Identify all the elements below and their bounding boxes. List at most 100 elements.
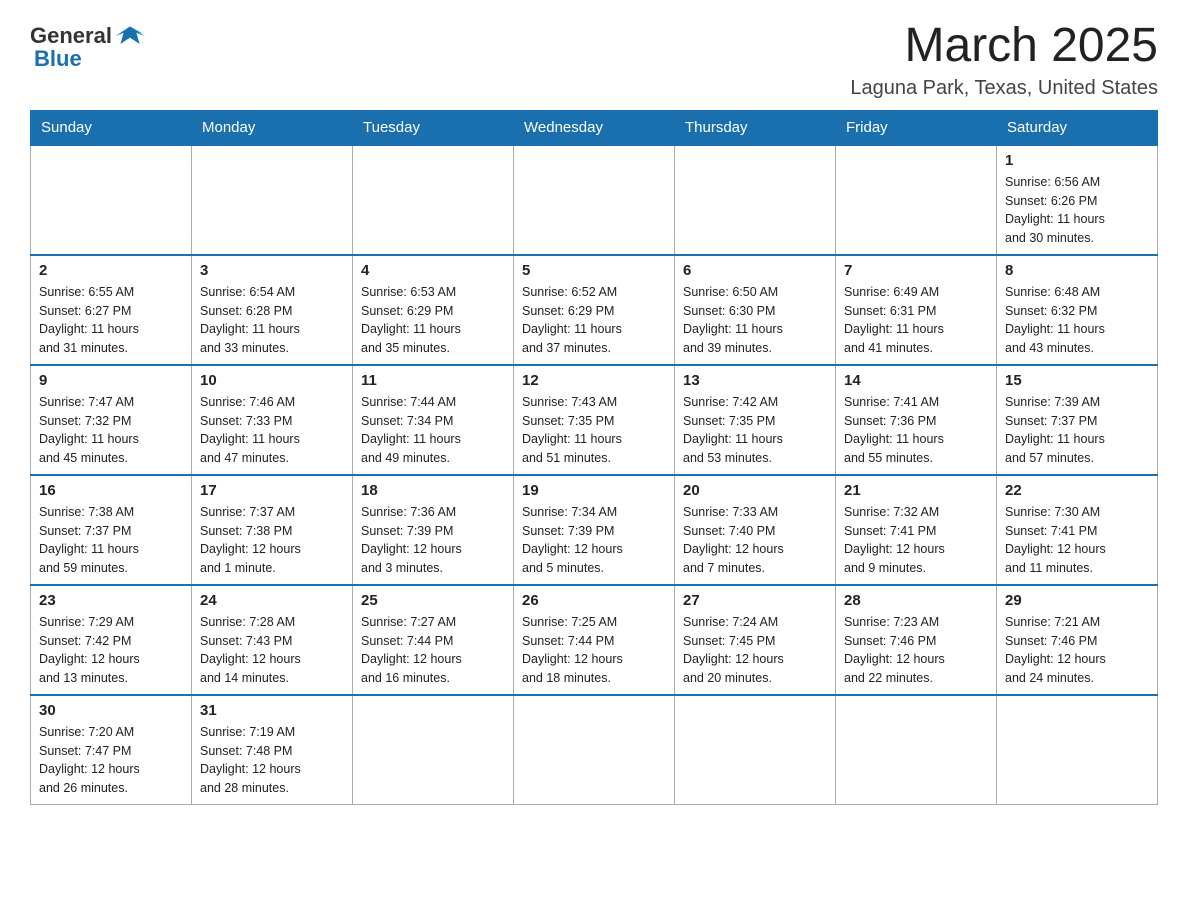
calendar-cell bbox=[514, 145, 675, 255]
day-info: Sunrise: 7:24 AM Sunset: 7:45 PM Dayligh… bbox=[683, 613, 827, 688]
day-info: Sunrise: 7:37 AM Sunset: 7:38 PM Dayligh… bbox=[200, 503, 344, 578]
day-number: 4 bbox=[361, 262, 505, 279]
day-info: Sunrise: 7:46 AM Sunset: 7:33 PM Dayligh… bbox=[200, 393, 344, 468]
day-number: 26 bbox=[522, 592, 666, 609]
day-info: Sunrise: 6:53 AM Sunset: 6:29 PM Dayligh… bbox=[361, 283, 505, 358]
day-number: 5 bbox=[522, 262, 666, 279]
day-info: Sunrise: 7:28 AM Sunset: 7:43 PM Dayligh… bbox=[200, 613, 344, 688]
calendar-cell: 24 Sunrise: 7:28 AM Sunset: 7:43 PM Dayli… bbox=[192, 585, 353, 695]
calendar-cell: 18 Sunrise: 7:36 AM Sunset: 7:39 PM Dayli… bbox=[353, 475, 514, 585]
day-info: Sunrise: 6:52 AM Sunset: 6:29 PM Dayligh… bbox=[522, 283, 666, 358]
day-number: 15 bbox=[1005, 372, 1149, 389]
calendar-cell: 15 Sunrise: 7:39 AM Sunset: 7:37 PM Dayli… bbox=[997, 365, 1158, 475]
day-number: 2 bbox=[39, 262, 183, 279]
calendar-cell: 2 Sunrise: 6:55 AM Sunset: 6:27 PM Daylig… bbox=[31, 255, 192, 365]
calendar-cell: 6 Sunrise: 6:50 AM Sunset: 6:30 PM Daylig… bbox=[675, 255, 836, 365]
calendar-cell: 11 Sunrise: 7:44 AM Sunset: 7:34 PM Dayli… bbox=[353, 365, 514, 475]
calendar-cell: 4 Sunrise: 6:53 AM Sunset: 6:29 PM Daylig… bbox=[353, 255, 514, 365]
day-number: 27 bbox=[683, 592, 827, 609]
calendar-week-row: 30 Sunrise: 7:20 AM Sunset: 7:47 PM Dayli… bbox=[31, 695, 1158, 805]
calendar-cell bbox=[353, 695, 514, 805]
calendar-header-row: SundayMondayTuesdayWednesdayThursdayFrid… bbox=[31, 110, 1158, 145]
day-number: 25 bbox=[361, 592, 505, 609]
weekday-header: Tuesday bbox=[353, 110, 514, 145]
day-info: Sunrise: 7:38 AM Sunset: 7:37 PM Dayligh… bbox=[39, 503, 183, 578]
calendar-cell: 22Sunrise: 7:30 AM Sunset: 7:41 PM Dayli… bbox=[997, 475, 1158, 585]
weekday-header: Friday bbox=[836, 110, 997, 145]
calendar-cell: 5 Sunrise: 6:52 AM Sunset: 6:29 PM Daylig… bbox=[514, 255, 675, 365]
day-number: 1 bbox=[1005, 152, 1149, 169]
day-info: Sunrise: 7:20 AM Sunset: 7:47 PM Dayligh… bbox=[39, 723, 183, 798]
day-info: Sunrise: 7:43 AM Sunset: 7:35 PM Dayligh… bbox=[522, 393, 666, 468]
day-info: Sunrise: 7:25 AM Sunset: 7:44 PM Dayligh… bbox=[522, 613, 666, 688]
calendar-week-row: 23Sunrise: 7:29 AM Sunset: 7:42 PM Dayli… bbox=[31, 585, 1158, 695]
day-info: Sunrise: 7:29 AM Sunset: 7:42 PM Dayligh… bbox=[39, 613, 183, 688]
calendar-cell bbox=[514, 695, 675, 805]
day-info: Sunrise: 7:34 AM Sunset: 7:39 PM Dayligh… bbox=[522, 503, 666, 578]
day-info: Sunrise: 6:55 AM Sunset: 6:27 PM Dayligh… bbox=[39, 283, 183, 358]
day-info: Sunrise: 6:56 AM Sunset: 6:26 PM Dayligh… bbox=[1005, 173, 1149, 248]
calendar-cell: 28Sunrise: 7:23 AM Sunset: 7:46 PM Dayli… bbox=[836, 585, 997, 695]
day-info: Sunrise: 7:47 AM Sunset: 7:32 PM Dayligh… bbox=[39, 393, 183, 468]
day-number: 19 bbox=[522, 482, 666, 499]
day-number: 6 bbox=[683, 262, 827, 279]
day-info: Sunrise: 6:54 AM Sunset: 6:28 PM Dayligh… bbox=[200, 283, 344, 358]
day-info: Sunrise: 7:41 AM Sunset: 7:36 PM Dayligh… bbox=[844, 393, 988, 468]
day-number: 3 bbox=[200, 262, 344, 279]
calendar-cell: 10Sunrise: 7:46 AM Sunset: 7:33 PM Dayli… bbox=[192, 365, 353, 475]
title-area: March 2025 Laguna Park, Texas, United St… bbox=[850, 20, 1158, 100]
calendar-cell: 19 Sunrise: 7:34 AM Sunset: 7:39 PM Dayli… bbox=[514, 475, 675, 585]
weekday-header: Wednesday bbox=[514, 110, 675, 145]
day-number: 9 bbox=[39, 372, 183, 389]
day-number: 20 bbox=[683, 482, 827, 499]
day-number: 24 bbox=[200, 592, 344, 609]
day-info: Sunrise: 6:50 AM Sunset: 6:30 PM Dayligh… bbox=[683, 283, 827, 358]
weekday-header: Saturday bbox=[997, 110, 1158, 145]
day-number: 7 bbox=[844, 262, 988, 279]
day-number: 17 bbox=[200, 482, 344, 499]
day-number: 22 bbox=[1005, 482, 1149, 499]
calendar-cell: 14 Sunrise: 7:41 AM Sunset: 7:36 PM Dayli… bbox=[836, 365, 997, 475]
calendar-cell: 13Sunrise: 7:42 AM Sunset: 7:35 PM Dayli… bbox=[675, 365, 836, 475]
day-info: Sunrise: 7:36 AM Sunset: 7:39 PM Dayligh… bbox=[361, 503, 505, 578]
calendar-cell: 27 Sunrise: 7:24 AM Sunset: 7:45 PM Dayli… bbox=[675, 585, 836, 695]
day-number: 8 bbox=[1005, 262, 1149, 279]
calendar-cell bbox=[675, 695, 836, 805]
calendar-cell: 21Sunrise: 7:32 AM Sunset: 7:41 PM Dayli… bbox=[836, 475, 997, 585]
day-number: 18 bbox=[361, 482, 505, 499]
calendar-cell: 12 Sunrise: 7:43 AM Sunset: 7:35 PM Dayli… bbox=[514, 365, 675, 475]
day-number: 14 bbox=[844, 372, 988, 389]
day-info: Sunrise: 7:21 AM Sunset: 7:46 PM Dayligh… bbox=[1005, 613, 1149, 688]
day-number: 29 bbox=[1005, 592, 1149, 609]
calendar-cell: 3 Sunrise: 6:54 AM Sunset: 6:28 PM Daylig… bbox=[192, 255, 353, 365]
calendar-cell: 31 Sunrise: 7:19 AM Sunset: 7:48 PM Dayli… bbox=[192, 695, 353, 805]
calendar-cell bbox=[675, 145, 836, 255]
weekday-header: Thursday bbox=[675, 110, 836, 145]
calendar-cell bbox=[31, 145, 192, 255]
day-info: Sunrise: 7:23 AM Sunset: 7:46 PM Dayligh… bbox=[844, 613, 988, 688]
day-number: 13 bbox=[683, 372, 827, 389]
day-number: 16 bbox=[39, 482, 183, 499]
day-info: Sunrise: 7:19 AM Sunset: 7:48 PM Dayligh… bbox=[200, 723, 344, 798]
logo-blue-text: Blue bbox=[34, 46, 82, 72]
day-number: 12 bbox=[522, 372, 666, 389]
day-number: 30 bbox=[39, 702, 183, 719]
calendar-cell: 1 Sunrise: 6:56 AM Sunset: 6:26 PM Daylig… bbox=[997, 145, 1158, 255]
calendar-cell bbox=[353, 145, 514, 255]
day-number: 11 bbox=[361, 372, 505, 389]
logo-bird-icon bbox=[114, 20, 146, 52]
day-info: Sunrise: 7:27 AM Sunset: 7:44 PM Dayligh… bbox=[361, 613, 505, 688]
day-info: Sunrise: 7:32 AM Sunset: 7:41 PM Dayligh… bbox=[844, 503, 988, 578]
calendar-week-row: 2 Sunrise: 6:55 AM Sunset: 6:27 PM Daylig… bbox=[31, 255, 1158, 365]
day-number: 31 bbox=[200, 702, 344, 719]
calendar-cell: 20Sunrise: 7:33 AM Sunset: 7:40 PM Dayli… bbox=[675, 475, 836, 585]
calendar-cell: 7 Sunrise: 6:49 AM Sunset: 6:31 PM Daylig… bbox=[836, 255, 997, 365]
calendar-cell: 17 Sunrise: 7:37 AM Sunset: 7:38 PM Dayli… bbox=[192, 475, 353, 585]
day-info: Sunrise: 6:49 AM Sunset: 6:31 PM Dayligh… bbox=[844, 283, 988, 358]
day-info: Sunrise: 6:48 AM Sunset: 6:32 PM Dayligh… bbox=[1005, 283, 1149, 358]
calendar-cell bbox=[836, 145, 997, 255]
day-info: Sunrise: 7:44 AM Sunset: 7:34 PM Dayligh… bbox=[361, 393, 505, 468]
calendar-week-row: 9 Sunrise: 7:47 AM Sunset: 7:32 PM Daylig… bbox=[31, 365, 1158, 475]
location-title: Laguna Park, Texas, United States bbox=[850, 77, 1158, 100]
day-info: Sunrise: 7:39 AM Sunset: 7:37 PM Dayligh… bbox=[1005, 393, 1149, 468]
